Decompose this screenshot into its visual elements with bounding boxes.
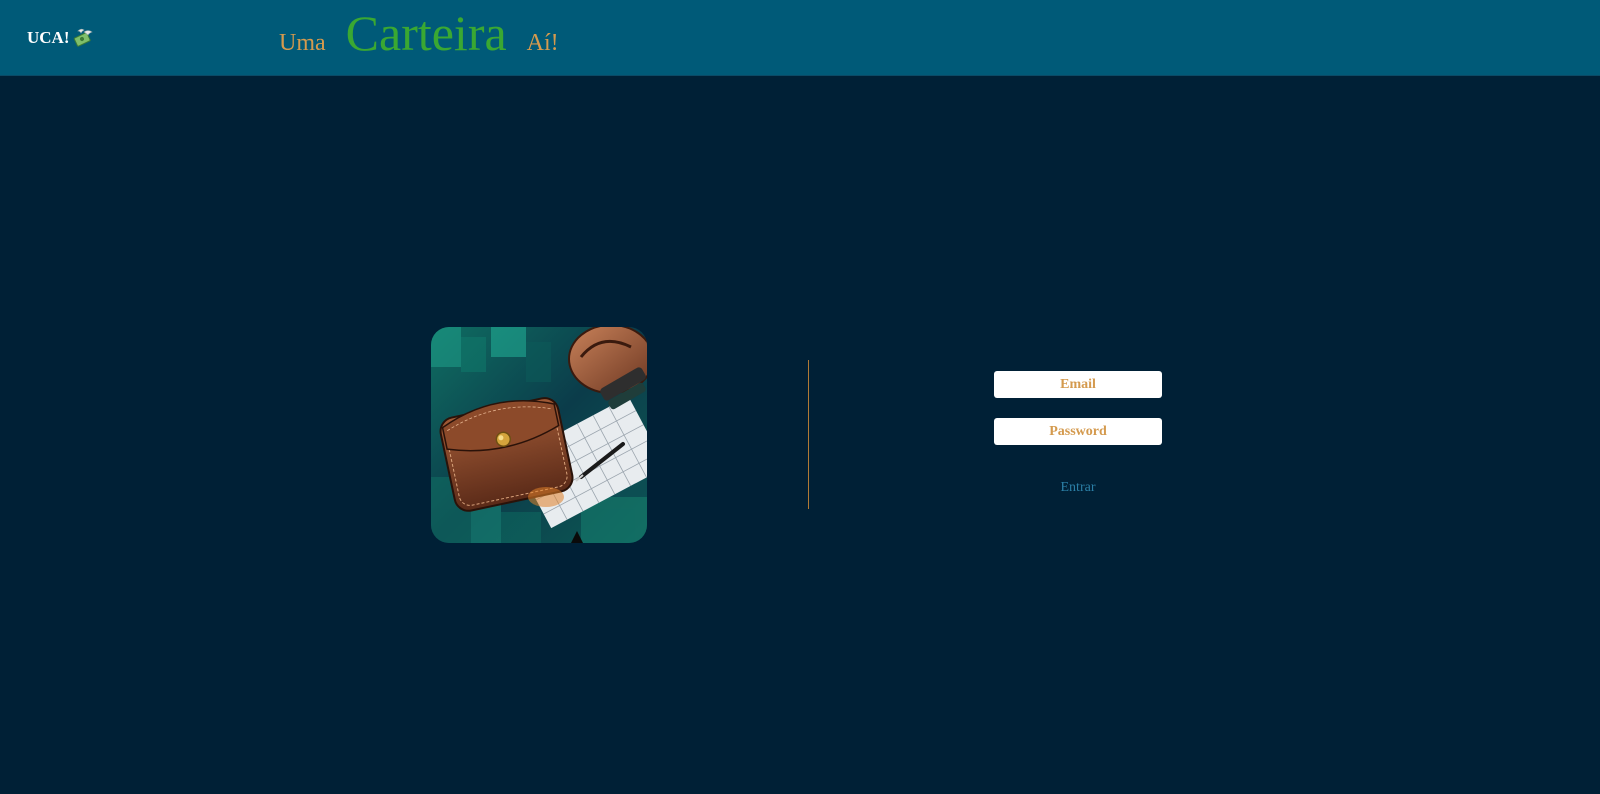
brand-logo[interactable]: UCA! (27, 26, 94, 50)
email-field[interactable] (994, 371, 1162, 398)
login-form: Entrar (994, 371, 1162, 498)
top-navbar: UCA! Uma Carteira Aí! (0, 0, 1600, 76)
password-field[interactable] (994, 418, 1162, 445)
wallet-illustration-icon (431, 327, 647, 543)
tagline-word-uma: Uma (279, 30, 326, 56)
vertical-divider (808, 360, 809, 509)
tagline-word-ai: Aí! (526, 30, 559, 56)
main-content: Entrar (0, 76, 1600, 794)
brand-name: UCA! (27, 28, 70, 47)
login-button[interactable]: Entrar (1055, 478, 1102, 498)
tagline-word-carteira: Carteira (345, 5, 507, 61)
money-with-wings-icon (72, 28, 94, 48)
tagline: Uma Carteira Aí! (279, 0, 559, 76)
